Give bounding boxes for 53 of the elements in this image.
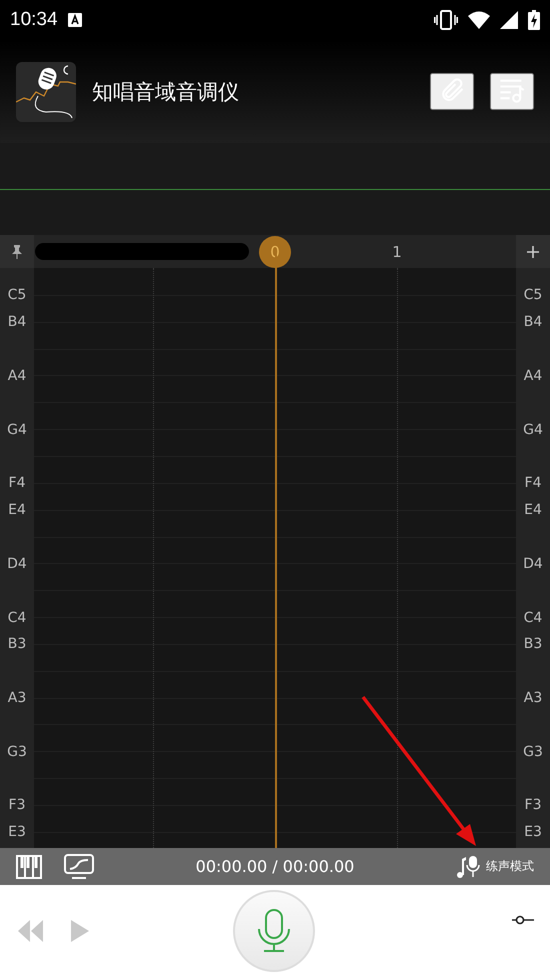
pitch-label: E3 (523, 824, 543, 840)
time-display: 00:00.00 / 00:00.00 (194, 857, 356, 876)
signal-icon (500, 11, 518, 29)
pitch-label: G3 (522, 744, 544, 760)
pitch-label: F4 (524, 475, 542, 492)
pitch-label: G4 (522, 422, 544, 438)
piano-keys-icon (16, 854, 42, 878)
pitch-label: B4 (522, 314, 544, 330)
playlist-button[interactable] (490, 73, 534, 110)
app-title: 知唱音域音调仪 (92, 78, 240, 106)
wifi-icon (468, 11, 490, 29)
pitch-label: D4 (6, 556, 28, 572)
pitch-label: A4 (6, 368, 28, 384)
status-time: 10:34 (10, 9, 58, 31)
pitch-label: B3 (6, 636, 28, 652)
pitch-label: E3 (7, 824, 27, 840)
chart-view-button[interactable] (64, 854, 94, 880)
monitor-chart-icon (64, 854, 94, 880)
pitch-label: F4 (8, 475, 26, 492)
scroll-track[interactable] (35, 243, 249, 260)
pitch-label: A3 (522, 690, 544, 706)
pitch-label: G3 (6, 744, 28, 760)
pitch-label: E4 (7, 502, 27, 518)
practice-mode-label[interactable]: 练声模式 (486, 858, 534, 875)
battery-charging-icon (528, 10, 540, 30)
pin-button[interactable] (0, 235, 34, 268)
play-icon (70, 920, 90, 942)
attachment-button[interactable] (430, 73, 474, 110)
piano-button[interactable] (16, 854, 42, 878)
microphone-icon (257, 909, 291, 953)
rewind-icon (16, 920, 44, 942)
pitch-label: A4 (522, 368, 544, 384)
pitch-label: A3 (6, 690, 28, 706)
time-marker[interactable]: 1 (381, 236, 413, 268)
notification-icon (68, 13, 82, 27)
pitch-label: B3 (522, 636, 544, 652)
pitch-label: C4 (522, 610, 544, 626)
vibrate-icon (434, 10, 458, 30)
pitch-label: B4 (6, 314, 28, 330)
pitch-label: C5 (522, 287, 544, 304)
pin-icon (11, 244, 23, 258)
plus-icon (527, 246, 539, 258)
pitch-label: F3 (8, 797, 26, 814)
note-microphone-icon (456, 854, 480, 878)
pitch-label: C5 (6, 287, 28, 304)
pitch-label: D4 (522, 556, 544, 572)
pitch-label: F3 (524, 797, 542, 814)
pitch-label: C4 (6, 610, 28, 626)
app-logo (16, 62, 76, 122)
add-button[interactable] (516, 235, 550, 268)
slider-settings-icon[interactable] (512, 915, 534, 925)
pitch-label: G4 (6, 422, 28, 438)
pitch-label: E4 (523, 502, 543, 518)
